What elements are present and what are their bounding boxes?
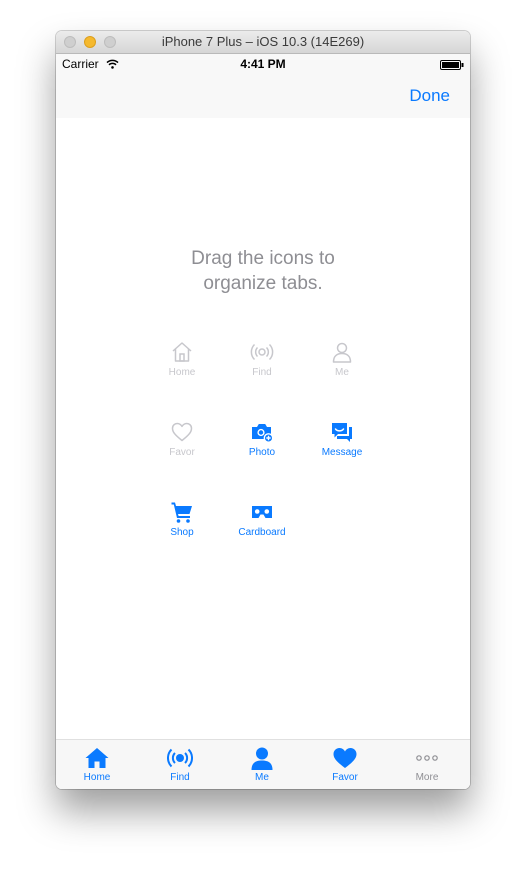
- status-bar: Carrier 4:41 PM: [56, 54, 470, 74]
- tab-bar-label: Favor: [332, 772, 358, 783]
- broadcast-icon: [250, 343, 274, 361]
- more-icon: [416, 755, 438, 761]
- status-time: 4:41 PM: [240, 57, 286, 71]
- tab-bar-label: Me: [255, 772, 269, 783]
- tab-bar-item-favor[interactable]: Favor: [304, 740, 386, 789]
- tab-item-home[interactable]: Home: [137, 340, 227, 396]
- tab-bar-label: More: [415, 772, 439, 783]
- done-button[interactable]: Done: [409, 86, 450, 106]
- home-icon: [85, 748, 109, 768]
- tab-item-photo[interactable]: Photo: [217, 420, 307, 476]
- window-titlebar: iPhone 7 Plus – iOS 10.3 (14E269): [56, 31, 470, 54]
- tab-item-favor[interactable]: Favor: [137, 420, 227, 476]
- tab-item-label: Photo: [248, 447, 276, 458]
- person-icon: [251, 747, 273, 770]
- tab-item-label: Me: [335, 367, 349, 378]
- tab-item-label: Message: [321, 447, 363, 458]
- window-title: iPhone 7 Plus – iOS 10.3 (14E269): [161, 34, 365, 49]
- heart-icon: [333, 748, 357, 768]
- tab-item-shop[interactable]: Shop: [137, 500, 227, 556]
- person-icon: [332, 342, 352, 363]
- cart-icon: [171, 502, 192, 523]
- tab-bar-item-me[interactable]: Me: [221, 740, 303, 789]
- instruction-line-1: Drag the icons to: [191, 248, 335, 269]
- tab-bar-item-home[interactable]: Home: [56, 740, 138, 789]
- instruction-line-2: organize tabs.: [203, 273, 323, 294]
- broadcast-icon: [167, 748, 193, 768]
- tab-item-cardboard[interactable]: Cardboard: [217, 500, 307, 556]
- tab-bar-label: Find: [170, 772, 190, 783]
- tab-item-label: Shop: [170, 527, 194, 538]
- cardboard-icon: [252, 506, 272, 518]
- tab-item-me[interactable]: Me: [297, 340, 387, 396]
- tab-bar: Home Find Me Favor More: [56, 739, 470, 789]
- heart-icon: [171, 422, 193, 442]
- battery-icon: [440, 59, 464, 73]
- navigation-bar: Done: [56, 74, 470, 118]
- simulator-window: iPhone 7 Plus – iOS 10.3 (14E269) Carrie…: [56, 31, 470, 789]
- tab-item-label: Cardboard: [238, 527, 286, 538]
- tab-item-label: Home: [168, 367, 196, 378]
- tab-bar-item-more[interactable]: More: [386, 740, 468, 789]
- message-icon: [332, 423, 352, 442]
- tab-item-label: Favor: [169, 447, 195, 458]
- tab-item-find[interactable]: Find: [217, 340, 307, 396]
- home-icon: [172, 342, 192, 362]
- tab-item-label: Find: [252, 367, 272, 378]
- instruction-text: Drag the icons to organize tabs.: [56, 246, 470, 296]
- camera-icon: [252, 424, 274, 443]
- phone-screen: Carrier 4:41 PM Done Drag the icons to o…: [56, 54, 470, 789]
- tab-item-message[interactable]: Message: [297, 420, 387, 476]
- tab-bar-item-find[interactable]: Find: [139, 740, 221, 789]
- tab-bar-label: Home: [83, 772, 111, 783]
